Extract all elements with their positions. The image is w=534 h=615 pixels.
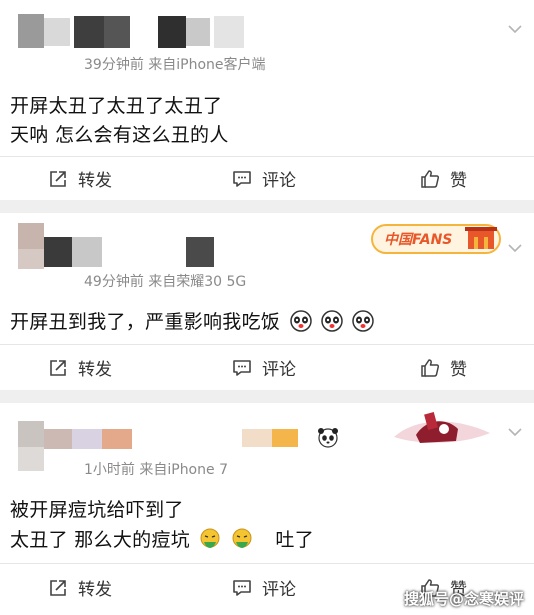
panda-emoji-icon	[352, 310, 374, 332]
share-icon	[48, 358, 68, 378]
watermark-text: 搜狐号@念寒娱评	[403, 590, 524, 608]
comment-text: 太丑了 那么大的痘坑	[10, 529, 191, 551]
blurred-username-1	[18, 14, 248, 48]
comment-text: 开屏丑到我了，严重影响我吃饭	[10, 311, 281, 333]
comment-text-line: 天呐 怎么会有这么丑的人	[10, 124, 229, 146]
repost-button[interactable]: 转发	[48, 166, 112, 191]
comment-label: 评论	[262, 171, 296, 191]
chevron-down-icon[interactable]	[508, 425, 522, 439]
decoration-badge	[386, 407, 496, 449]
share-icon	[48, 169, 68, 189]
comment-label: 评论	[262, 580, 296, 600]
repost-label: 转发	[78, 171, 112, 191]
comment-icon	[232, 169, 252, 189]
repost-label: 转发	[78, 360, 112, 380]
repost-button[interactable]: 转发	[48, 575, 112, 600]
comment-meta-1: 39分钟前 来自iPhone客户端	[84, 57, 266, 73]
comment-text-line: 太丑了 那么大的痘坑 吐了	[10, 525, 314, 552]
repost-label: 转发	[78, 580, 112, 600]
blurred-username-2	[18, 223, 218, 269]
comment-button[interactable]: 评论	[232, 575, 296, 600]
chevron-down-icon[interactable]	[508, 22, 522, 36]
comment-label: 评论	[262, 360, 296, 380]
comment-card-3: 1小时前 来自iPhone 7 被开屏痘坑给吓到了 太丑了 那么大的痘坑 吐了 …	[0, 403, 534, 615]
comment-card-2: 49分钟前 来自荣耀30 5G 中国FANS 开屏丑到我了，严重影响我吃饭 转发	[0, 213, 534, 390]
comment-button[interactable]: 评论	[232, 355, 296, 380]
fans-badge: 中国FANS	[370, 219, 502, 259]
comment-meta-2: 49分钟前 来自荣耀30 5G	[84, 274, 247, 290]
like-label: 赞	[450, 360, 467, 380]
like-label: 赞	[450, 171, 467, 191]
comment-text-line: 开屏丑到我了，严重影响我吃饭	[10, 307, 374, 334]
comment-card-1: 39分钟前 来自iPhone客户端 开屏太丑了太丑了太丑了 天呐 怎么会有这么丑…	[0, 0, 534, 200]
share-icon	[48, 578, 68, 598]
panda-emoji-icon	[317, 427, 339, 449]
chevron-down-icon[interactable]	[508, 241, 522, 255]
panda-emoji-icon	[321, 310, 343, 332]
comment-button[interactable]: 评论	[232, 166, 296, 191]
thumbs-up-icon	[420, 358, 440, 378]
like-button[interactable]: 赞	[420, 166, 467, 191]
thumbs-up-icon	[420, 169, 440, 189]
vomit-emoji-icon	[231, 528, 253, 550]
vomit-emoji-icon	[199, 528, 221, 550]
comment-icon	[232, 358, 252, 378]
fans-badge-label: 中国FANS	[384, 232, 453, 248]
like-button[interactable]: 赞	[420, 355, 467, 380]
repost-button[interactable]: 转发	[48, 355, 112, 380]
comment-text-line: 被开屏痘坑给吓到了	[10, 499, 184, 521]
comment-text: 吐了	[275, 529, 315, 551]
comment-meta-3: 1小时前 来自iPhone 7	[84, 462, 228, 478]
panda-emoji-icon	[289, 310, 312, 332]
comment-icon	[232, 578, 252, 598]
comment-text-line: 开屏太丑了太丑了太丑了	[10, 95, 223, 117]
